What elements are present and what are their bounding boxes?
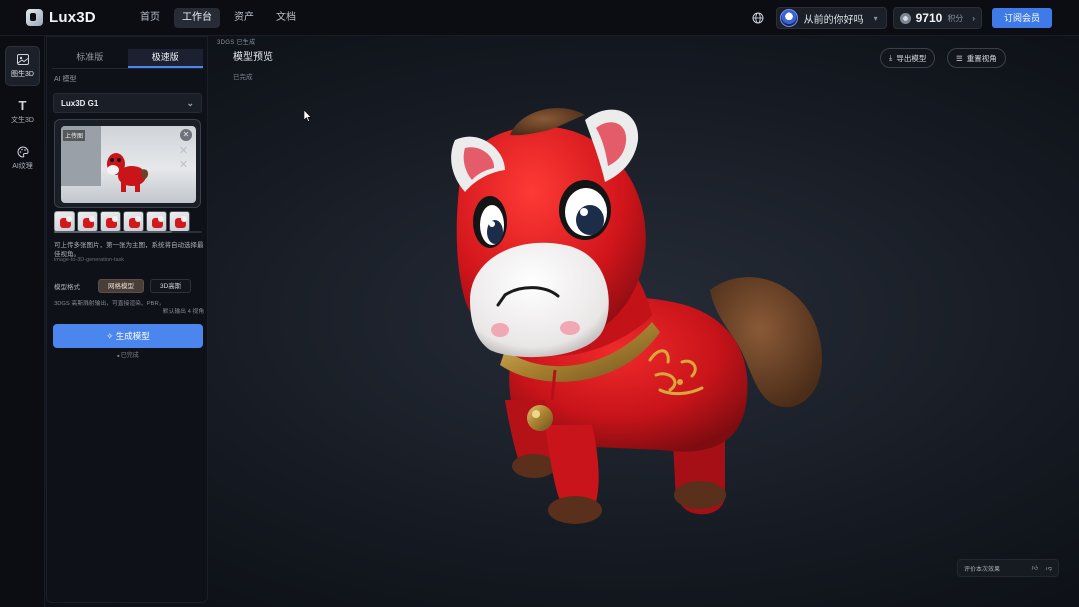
generate-button[interactable]: ✧ 生成模型 [53,324,203,348]
thumbnail-item[interactable] [169,211,190,232]
format-desc-line1: 3DGS 高斯溅射输出，可直接渲染、PBR， [54,301,165,307]
credits-unit: 积分 [947,13,964,23]
model-section-label: AI 模型 [54,76,77,83]
view-thumbnails [54,211,190,232]
logo[interactable]: Lux3D [26,9,96,26]
logo-text: Lux3D [49,9,96,26]
thumbnail-item[interactable] [100,211,121,232]
coin-icon [899,12,911,24]
nav-home[interactable]: 首页 [132,8,168,28]
toy-thumbnail-icon [107,153,149,192]
model-select[interactable]: Lux3D G1 ⌄ [53,93,202,113]
reset-label: 重置视角 [966,53,997,63]
tab-standard[interactable]: 标准版 [52,49,128,68]
sparkle-icon: ✧ [106,331,116,341]
reset-icon: ☰ [956,53,963,63]
nav-docs[interactable]: 文档 [268,8,304,28]
generation-panel: 标准版 极速版 AI 模型 Lux3D G1 ⌄ 上传图 ✕✕ ✕ 可上传多张图… [46,36,208,603]
rail-item-label: 图生3D [11,70,34,78]
rail-item-ai-texture[interactable]: AI纹理 [5,138,40,178]
download-icon: ⤓ [889,53,893,62]
version-tabs: 标准版 极速版 [52,49,203,69]
chevron-right-icon: › [972,13,975,23]
subscribe-button[interactable]: 订阅会员 [991,8,1052,28]
globe-icon[interactable] [750,10,766,26]
credits-value: 9710 [915,11,943,25]
chevron-down-icon: ▾ [873,13,878,23]
rail-item-text-to-3d[interactable]: T 文生3D [5,92,40,132]
wall-decoration: ✕✕ [177,144,189,172]
preview-tag: 上传图 [63,130,86,141]
reset-view-button[interactable]: ☰ 重置视角 [947,48,1006,68]
rail-item-image-to-3d[interactable]: 图生3D [5,46,40,86]
uploaded-image: 上传图 ✕✕ [61,126,196,203]
format-description: 3DGS 高斯溅射输出，可直接渲染、PBR， 默认输出 4 视角 [54,300,204,316]
user-name: 从前的你好吗 [803,14,864,26]
page-title: 模型预览 [233,52,273,63]
thumbs-down-icon[interactable]: 👎︎ [1046,564,1052,572]
status-badge: 3DGS 已生成 [217,40,256,46]
feedback-bar: 评价本次效果 👍︎ 👎︎ [957,559,1059,577]
nav-assets[interactable]: 资产 [226,8,262,28]
thumbnail-item[interactable] [54,211,75,232]
rail-item-label: 文生3D [11,116,34,124]
image-icon [16,54,30,66]
top-bar: Lux3D 首页 工作台 资产 文档 从前的你好吗 ▾ 9710 积分 › 订阅… [0,0,1079,36]
mouse-cursor-icon [304,110,312,122]
nav-workbench[interactable]: 工作台 [174,8,220,28]
credits-chip[interactable]: 9710 积分 › [892,7,982,29]
tab-fast[interactable]: 极速版 [127,49,203,68]
format-row: 模型格式 网格模型 3D高斯 [54,278,204,294]
top-right-controls: 从前的你好吗 ▾ 9710 积分 › 订阅会员 [750,7,1052,29]
text-icon: T [18,98,27,113]
thumbnail-item[interactable] [146,211,167,232]
top-nav: 首页 工作台 资产 文档 [132,8,304,28]
palette-icon [16,145,30,158]
page-subtitle: 已完成 [233,74,253,81]
thumbnail-item[interactable] [77,211,98,232]
upload-preview[interactable]: 上传图 ✕✕ ✕ [54,119,201,208]
format-label: 模型格式 [54,284,80,291]
format-gaussian-button[interactable]: 3D高斯 [150,279,192,293]
model-select-value: Lux3D G1 [61,98,99,108]
thumbnail-item[interactable] [123,211,144,232]
feedback-label: 评价本次效果 [964,566,1001,573]
generate-status: 已完成 [47,350,209,359]
format-mesh-button[interactable]: 网格模型 [98,279,144,293]
thumbs-up-icon[interactable]: 👍︎ [1032,564,1038,572]
remove-image-icon[interactable]: ✕ [180,129,192,141]
task-id: image-to-3D-generation-task [54,257,125,263]
export-button[interactable]: ⤓ 导出模型 [880,48,936,68]
app-window: Lux3D 首页 工作台 资产 文档 从前的你好吗 ▾ 9710 积分 › 订阅… [0,0,1079,607]
rail-item-label: AI纹理 [12,162,33,170]
thumbnail-scrollbar[interactable] [54,231,202,233]
logo-mark-icon [26,9,43,26]
export-label: 导出模型 [896,53,927,63]
avatar [779,9,798,27]
3d-model-viewport[interactable] [420,100,840,530]
format-desc-line2: 默认输出 4 视角 [162,309,204,315]
chevron-down-icon: ⌄ [186,97,194,108]
left-rail: 图生3D T 文生3D AI纹理 [0,36,45,607]
generate-label: 生成模型 [115,331,150,341]
user-menu[interactable]: 从前的你好吗 ▾ [775,7,887,29]
